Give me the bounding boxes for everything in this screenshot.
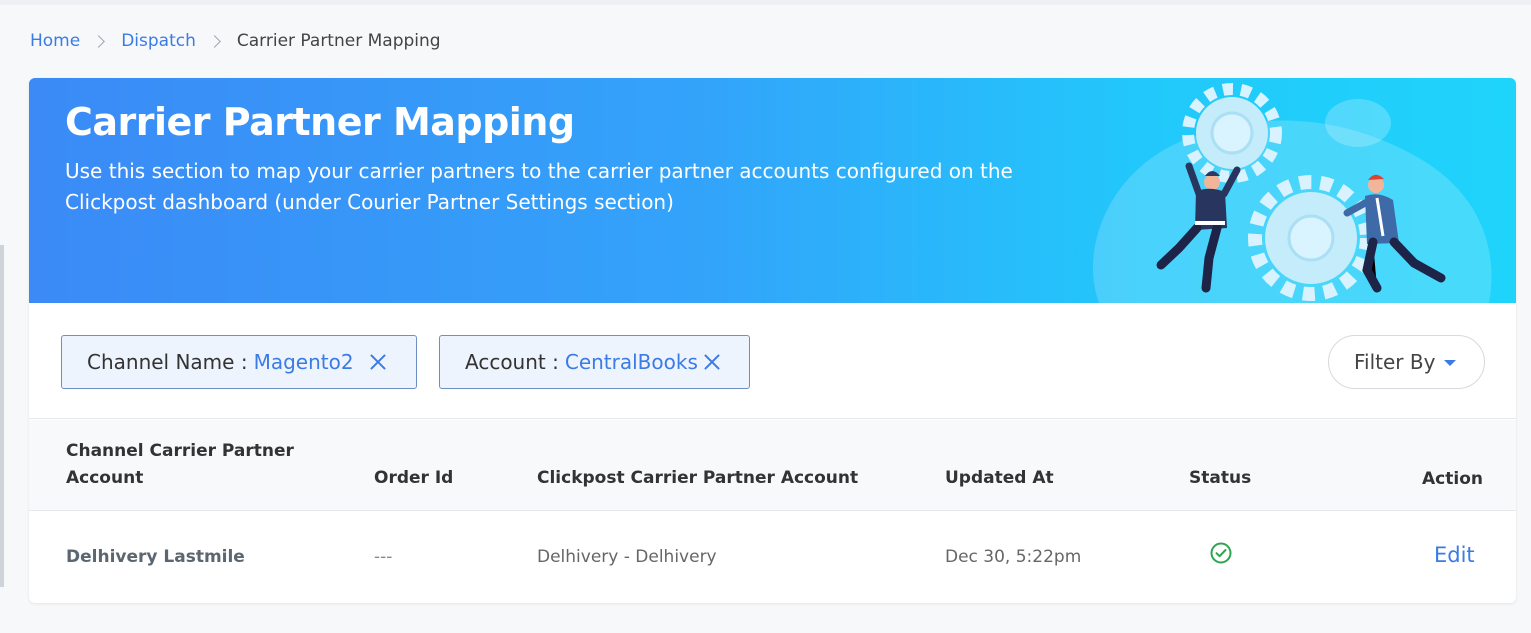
filter-chip-label: Channel Name : <box>87 350 248 374</box>
filter-chip-value: Magento2 <box>253 350 354 374</box>
gears-people-illustration <box>1093 83 1492 303</box>
caret-down-icon <box>1444 360 1457 366</box>
cell-updated-at: Dec 30, 5:22pm <box>945 547 1082 567</box>
close-icon[interactable] <box>703 353 721 371</box>
page-description: Use this section to map your carrier par… <box>65 159 1013 214</box>
left-edge-line <box>0 245 4 587</box>
cell-order-id: --- <box>374 547 393 567</box>
chevron-right-icon <box>92 34 106 48</box>
breadcrumb: Home Dispatch Carrier Partner Mapping <box>30 29 441 53</box>
cell-clickpost-account: Delhivery - Delhivery <box>537 547 717 567</box>
close-icon[interactable] <box>369 353 387 371</box>
filter-by-label: Filter By <box>1354 350 1436 374</box>
column-header-order-id: Order Id <box>374 468 454 488</box>
column-header-status: Status <box>1189 468 1252 488</box>
main-card: Carrier Partner Mapping Use this section… <box>29 78 1516 603</box>
check-circle-icon <box>1210 542 1232 564</box>
breadcrumb-dispatch-link[interactable]: Dispatch <box>121 31 196 51</box>
table-header: Channel Carrier Partner Account Order Id… <box>29 420 1516 511</box>
page-title: Carrier Partner Mapping <box>65 100 575 144</box>
edit-link[interactable]: Edit <box>1434 543 1475 567</box>
chevron-right-icon <box>208 34 221 48</box>
table-row: Delhivery Lastmile --- Delhivery - Delhi… <box>29 512 1516 603</box>
cell-channel-account: Delhivery Lastmile <box>66 547 245 567</box>
filter-chip-label: Account : <box>465 350 559 374</box>
column-header-clickpost-account: Clickpost Carrier Partner Account <box>537 468 859 488</box>
filter-chip-account[interactable]: Account : CentralBooks <box>439 335 750 389</box>
page-banner: Carrier Partner Mapping Use this section… <box>29 78 1516 303</box>
breadcrumb-home-link[interactable]: Home <box>30 31 80 51</box>
filter-by-button[interactable]: Filter By <box>1328 335 1485 389</box>
column-header-action: Action <box>1422 469 1483 489</box>
breadcrumb-current: Carrier Partner Mapping <box>236 31 441 51</box>
top-strip <box>0 0 1531 5</box>
filter-bar: Channel Name : Magento2 Account : Centra… <box>29 303 1516 419</box>
filter-chip-channel-name[interactable]: Channel Name : Magento2 <box>61 335 417 389</box>
column-header-updated-at: Updated At <box>945 468 1054 488</box>
filter-chip-value: CentralBooks <box>564 350 698 374</box>
column-header-channel-account: Channel Carrier Partner Account <box>66 441 294 488</box>
